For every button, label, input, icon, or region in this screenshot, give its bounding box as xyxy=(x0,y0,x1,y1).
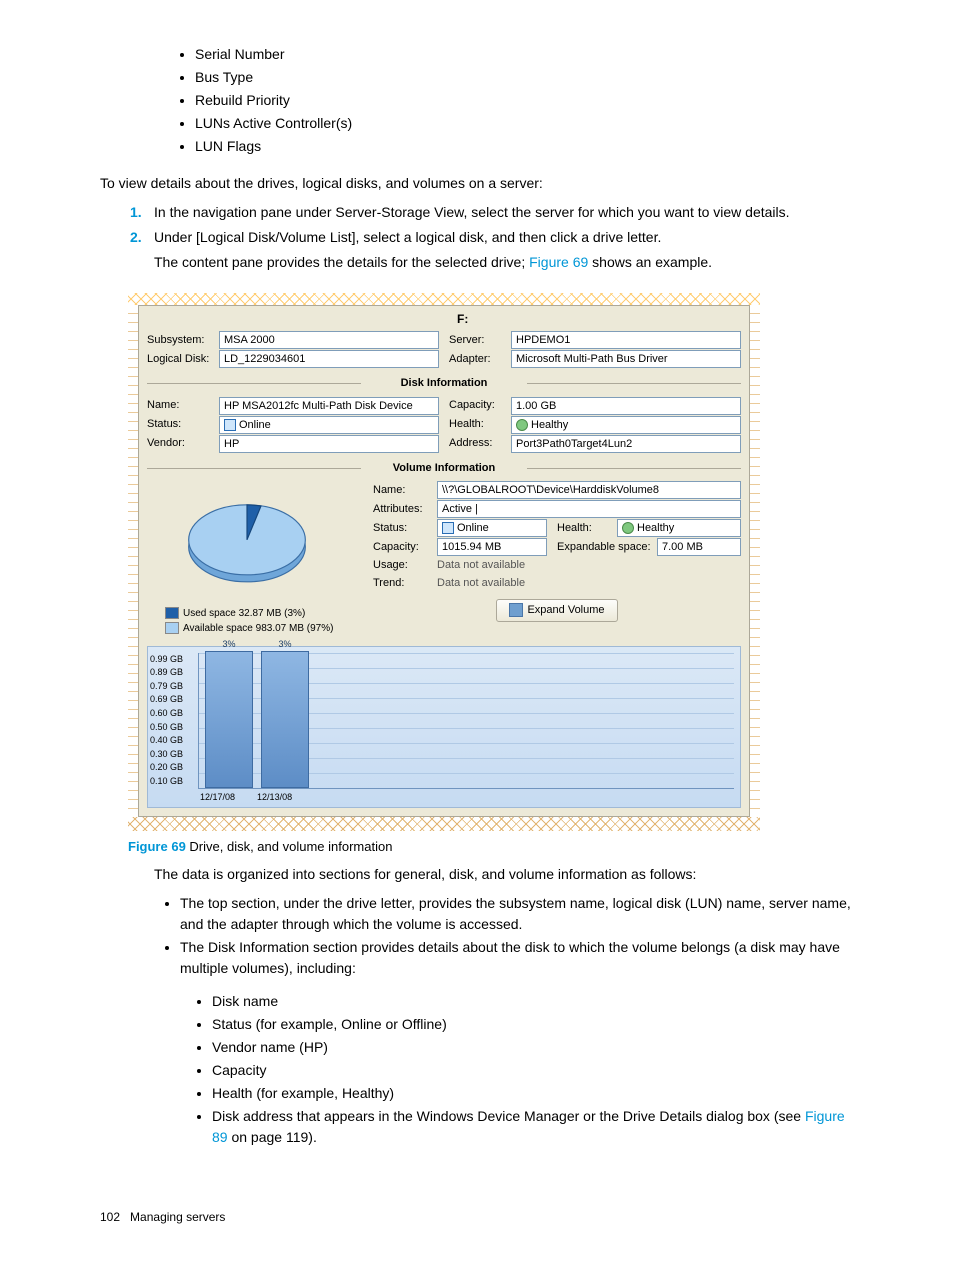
legend-swatch-used xyxy=(165,607,179,619)
volume-info-header: Volume Information xyxy=(147,460,741,477)
property-list: Serial Number Bus Type Rebuild Priority … xyxy=(100,44,854,157)
list-item: Disk address that appears in the Windows… xyxy=(212,1106,854,1148)
step-subtext: shows an example. xyxy=(588,254,712,270)
step-text: In the navigation pane under Server-Stor… xyxy=(154,204,790,220)
page-number: 102 xyxy=(100,1210,120,1224)
vol-attr-field: Active | xyxy=(437,500,741,518)
disk-name-field: HP MSA2012fc Multi-Path Disk Device xyxy=(219,397,439,415)
status-icon xyxy=(224,419,236,431)
detail-bullets: The top section, under the drive letter,… xyxy=(100,893,854,979)
subsystem-field: MSA 2000 xyxy=(219,331,439,349)
torn-edge-right xyxy=(750,305,760,817)
page-footer: 102 Managing servers xyxy=(100,1208,854,1226)
vol-health-label: Health: xyxy=(557,520,617,537)
server-field: HPDEMO1 xyxy=(511,331,741,349)
expand-icon xyxy=(509,603,523,617)
disk-vendor-field: HP xyxy=(219,435,439,453)
logical-disk-label: Logical Disk: xyxy=(147,351,219,368)
list-item-text: on page 119). xyxy=(228,1129,317,1145)
vol-health-field: Healthy xyxy=(617,519,741,537)
list-item: The Disk Information section provides de… xyxy=(180,937,854,979)
disk-vendor-label: Vendor: xyxy=(147,435,219,452)
disk-health-field: Healthy xyxy=(511,416,741,434)
disk-health-label: Health: xyxy=(449,416,511,433)
status-icon xyxy=(442,522,454,534)
after-figure-text: The data is organized into sections for … xyxy=(154,864,854,885)
chart-bar: 3% xyxy=(261,651,309,788)
disk-address-label: Address: xyxy=(449,435,511,452)
disk-status-field: Online xyxy=(219,416,439,434)
list-item: Vendor name (HP) xyxy=(212,1037,854,1058)
bar-label: 3% xyxy=(278,638,291,652)
health-icon xyxy=(622,522,634,534)
step-text: Under [Logical Disk/Volume List], select… xyxy=(154,229,661,245)
list-item: LUNs Active Controller(s) xyxy=(195,113,854,134)
figure-caption: Figure 69 Drive, disk, and volume inform… xyxy=(128,837,854,857)
step-item: 2.Under [Logical Disk/Volume List], sele… xyxy=(130,227,854,273)
vol-exp-label: Expandable space: xyxy=(557,539,657,556)
list-item: Serial Number xyxy=(195,44,854,65)
logical-disk-field: LD_1229034601 xyxy=(219,350,439,368)
torn-edge-left xyxy=(128,305,138,817)
disk-capacity-field: 1.00 GB xyxy=(511,397,741,415)
list-item: LUN Flags xyxy=(195,136,854,157)
chart-x-axis: 12/17/08 12/13/08 xyxy=(198,791,292,805)
chart-bar: 3% xyxy=(205,651,253,788)
list-item: Rebuild Priority xyxy=(195,90,854,111)
torn-edge-bottom xyxy=(128,817,760,831)
list-item: Capacity xyxy=(212,1060,854,1081)
drive-letter-label: F: xyxy=(457,310,741,328)
vol-usage-label: Usage: xyxy=(373,557,437,574)
vol-trend-label: Trend: xyxy=(373,575,437,592)
legend-used-text: Used space 32.87 MB (3%) xyxy=(183,608,305,619)
list-item: Disk name xyxy=(212,991,854,1012)
disk-status-label: Status: xyxy=(147,416,219,433)
usage-bar-chart: 0.99 GB 0.89 GB 0.79 GB 0.69 GB 0.60 GB … xyxy=(147,646,741,808)
vol-status-label: Status: xyxy=(373,520,437,537)
list-item: Bus Type xyxy=(195,67,854,88)
list-item: The top section, under the drive letter,… xyxy=(180,893,854,935)
disk-capacity-label: Capacity: xyxy=(449,397,511,414)
server-label: Server: xyxy=(449,332,511,349)
torn-edge-top xyxy=(128,293,760,305)
health-icon xyxy=(516,419,528,431)
step-item: 1.In the navigation pane under Server-St… xyxy=(130,202,854,223)
pie-legend: Used space 32.87 MB (3%) Available space… xyxy=(165,606,367,636)
legend-swatch-avail xyxy=(165,622,179,634)
vol-exp-field: 7.00 MB xyxy=(657,538,741,556)
figure-screenshot: F: Subsystem: MSA 2000 Logical Disk: LD_… xyxy=(128,293,760,831)
vol-name-label: Name: xyxy=(373,482,437,499)
intro-text: To view details about the drives, logica… xyxy=(100,173,854,194)
pie-chart xyxy=(177,486,317,596)
figure-title: Drive, disk, and volume information xyxy=(186,839,393,854)
disk-info-sub-bullets: Disk name Status (for example, Online or… xyxy=(100,991,854,1148)
expand-volume-button[interactable]: Expand Volume xyxy=(496,599,617,622)
list-item: Status (for example, Online or Offline) xyxy=(212,1014,854,1035)
bar-label: 3% xyxy=(222,638,235,652)
disk-name-label: Name: xyxy=(147,397,219,414)
chart-y-axis: 0.99 GB 0.89 GB 0.79 GB 0.69 GB 0.60 GB … xyxy=(150,653,194,789)
adapter-field: Microsoft Multi-Path Bus Driver xyxy=(511,350,741,368)
legend-avail-text: Available space 983.07 MB (97%) xyxy=(183,623,333,634)
vol-usage-field: Data not available xyxy=(437,557,741,574)
chart-plot-area: 3% 3% xyxy=(198,653,734,789)
disk-address-field: Port3Path0Target4Lun2 xyxy=(511,435,741,453)
list-item-text: Disk address that appears in the Windows… xyxy=(212,1108,805,1124)
steps-list: 1.In the navigation pane under Server-St… xyxy=(100,202,854,273)
vol-trend-field: Data not available xyxy=(437,575,741,592)
subsystem-label: Subsystem: xyxy=(147,332,219,349)
figure-number: Figure 69 xyxy=(128,839,186,854)
adapter-label: Adapter: xyxy=(449,351,511,368)
vol-name-field: \\?\GLOBALROOT\Device\HarddiskVolume8 xyxy=(437,481,741,499)
figure-link[interactable]: Figure 69 xyxy=(529,254,588,270)
disk-info-header: Disk Information xyxy=(147,375,741,392)
step-subtext: The content pane provides the details fo… xyxy=(154,254,529,270)
details-panel: F: Subsystem: MSA 2000 Logical Disk: LD_… xyxy=(138,305,750,817)
vol-capacity-label: Capacity: xyxy=(373,539,437,556)
vol-attr-label: Attributes: xyxy=(373,501,437,518)
list-item: Health (for example, Healthy) xyxy=(212,1083,854,1104)
vol-capacity-field: 1015.94 MB xyxy=(437,538,547,556)
footer-section: Managing servers xyxy=(130,1210,225,1224)
vol-status-field: Online xyxy=(437,519,547,537)
